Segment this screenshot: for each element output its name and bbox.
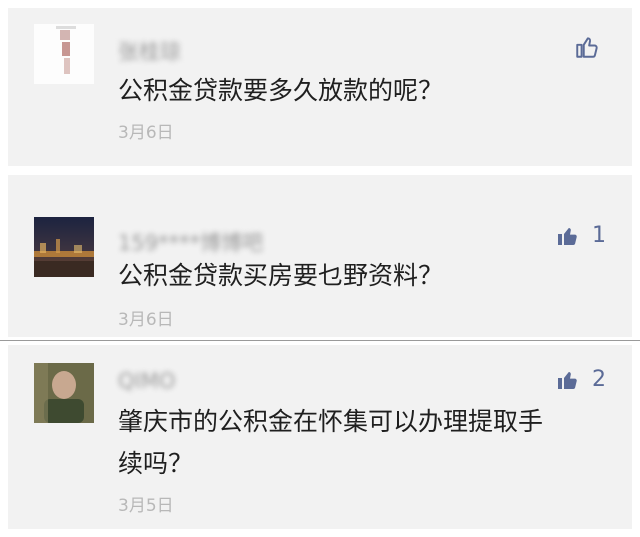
comment-text-line: 公积金贷款买房要乜野资料？ (118, 261, 444, 290)
thumbs-up-icon (558, 371, 577, 389)
thumbs-up-outline-icon (576, 37, 598, 58)
like-count: 2 (592, 367, 606, 392)
like-button[interactable]: 2 (556, 367, 606, 392)
comment-date: 3月6日 (118, 310, 174, 330)
username[interactable]: 张桂琼 (118, 36, 181, 66)
comment-text: 公积金贷款要多久放款的呢？ (118, 70, 443, 112)
comment-card: 159****博博吧 1 公积金贷款买房要乜野资料？ 3月6日 (8, 175, 632, 337)
comment-date: 3月5日 (118, 496, 174, 516)
comment-text-line: 公积金贷款要多久放款的呢？ (118, 76, 444, 105)
like-button[interactable]: 1 (556, 223, 606, 248)
comment-text: 肇庆市的公积金在怀集可以办理提取手 续吗？ (118, 401, 543, 485)
username[interactable]: QIMO (118, 369, 175, 393)
comment-date: 3月6日 (118, 123, 174, 143)
username[interactable]: 159****博博吧 (118, 227, 263, 257)
comment-text-line: 肇庆市的公积金在怀集可以办理提取手 (118, 407, 544, 436)
divider (0, 340, 640, 341)
avatar[interactable] (34, 24, 94, 84)
thumbs-up-icon (558, 227, 577, 245)
comment-card: QIMO 2 肇庆市的公积金在怀集可以办理提取手 续吗？ 3月5日 (8, 345, 632, 529)
comment-card: 张桂琼 公积金贷款要多久放款的呢？ 3月6日 (8, 8, 632, 166)
like-count: 1 (592, 223, 606, 248)
avatar[interactable] (34, 363, 94, 423)
like-button[interactable] (574, 34, 600, 60)
avatar[interactable] (34, 217, 94, 277)
comment-text: 公积金贷款买房要乜野资料？ (118, 255, 443, 297)
comment-text-line: 续吗？ (118, 449, 194, 478)
